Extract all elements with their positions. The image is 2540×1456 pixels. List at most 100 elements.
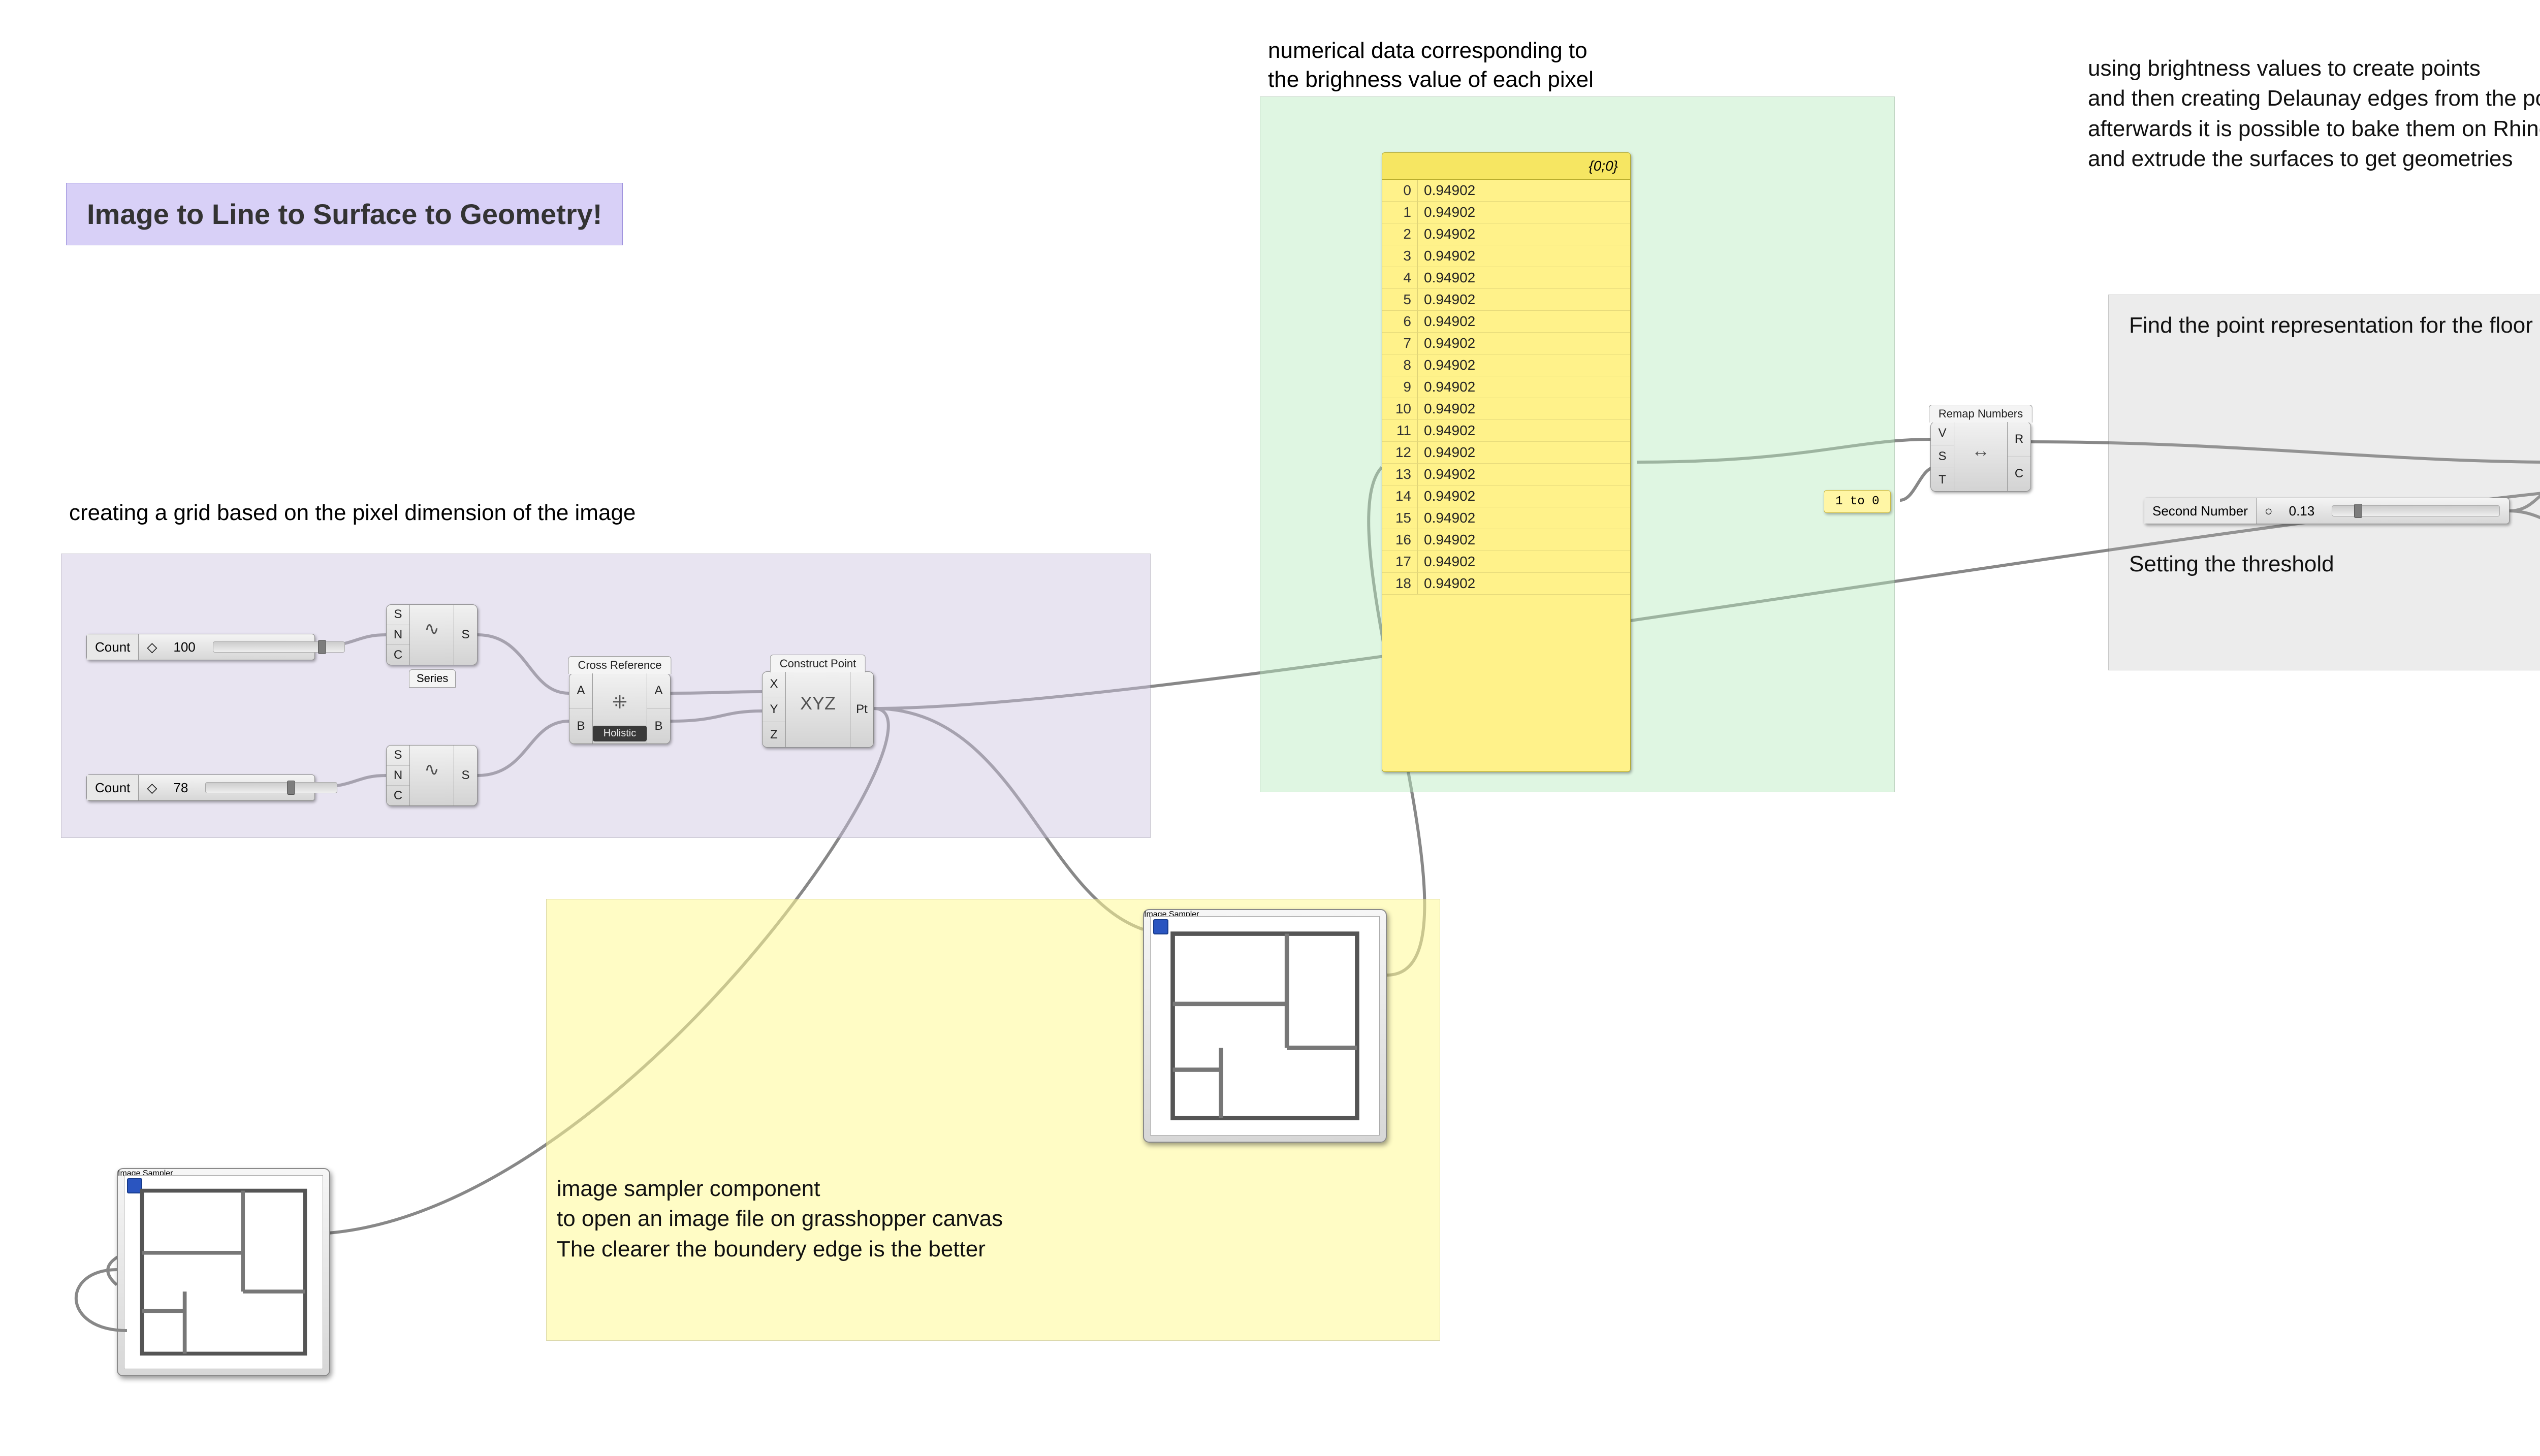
series-tab: Series <box>409 669 456 688</box>
panel-row-index: 6 <box>1382 311 1418 332</box>
slider-label: Count <box>87 634 139 660</box>
port-in-v[interactable]: V <box>1931 422 1954 445</box>
panel-row: 110.94902 <box>1382 420 1630 442</box>
panel-row-value: 0.94902 <box>1418 507 1630 529</box>
panel-row: 140.94902 <box>1382 486 1630 507</box>
panel-row-value: 0.94902 <box>1418 398 1630 419</box>
grasshopper-canvas[interactable]: { "title_scribble": "Image to Line to Su… <box>0 0 2540 1456</box>
panel-row: 80.94902 <box>1382 354 1630 376</box>
slider-track[interactable] <box>205 782 337 793</box>
panel-row-value: 0.94902 <box>1418 529 1630 551</box>
panel-row: 120.94902 <box>1382 442 1630 464</box>
port-in-x[interactable]: X <box>763 672 785 697</box>
component-cross-reference[interactable]: Cross Reference A B A B ⁜ Holistic <box>569 673 671 744</box>
component-series-2[interactable]: S N C S ∿ <box>386 745 478 806</box>
panel-row-value: 0.94902 <box>1418 573 1630 594</box>
panel-row-index: 14 <box>1382 486 1418 507</box>
panel-row-index: 0 <box>1382 180 1418 201</box>
slider-track[interactable] <box>2332 505 2500 516</box>
panel-row: 100.94902 <box>1382 398 1630 420</box>
port-out-a[interactable]: A <box>647 673 670 709</box>
slider-value: 78 <box>165 775 196 800</box>
panel-row-index: 17 <box>1382 551 1418 572</box>
port-in-c[interactable]: C <box>387 645 409 665</box>
panel-row-value: 0.94902 <box>1418 376 1630 398</box>
port-in-s[interactable]: S <box>387 746 409 766</box>
port-in-n[interactable]: N <box>387 625 409 645</box>
panel-output-grip[interactable] <box>1630 453 1631 471</box>
port-out-b[interactable]: B <box>647 709 670 744</box>
panel-row-index: 13 <box>1382 464 1418 485</box>
panel-row: 160.94902 <box>1382 529 1630 551</box>
slider-track[interactable] <box>213 641 345 653</box>
slider-mark: ◇ <box>139 634 165 660</box>
port-in-t[interactable]: T <box>1931 468 1954 491</box>
port-in-s[interactable]: S <box>387 605 409 625</box>
group-grid-title: creating a grid based on the pixel dimen… <box>69 498 636 527</box>
panel-row-index: 9 <box>1382 376 1418 398</box>
floorplan-icon <box>1150 916 1380 1136</box>
component-remap-numbers[interactable]: Remap Numbers V S T R C ↔ <box>1930 422 2031 492</box>
port-out-c[interactable]: C <box>2008 457 2030 492</box>
cross-reference-icon: ⁜ <box>597 678 642 726</box>
floorplan-icon <box>124 1175 323 1369</box>
panel-header: {0;0} <box>1382 153 1630 180</box>
series-icon: ∿ <box>415 610 449 648</box>
component-image-sampler-large[interactable]: Image Sampler <box>1143 909 1387 1143</box>
panel-row-value: 0.94902 <box>1418 223 1630 245</box>
panel-row: 60.94902 <box>1382 311 1630 333</box>
panel-row-value: 0.94902 <box>1418 464 1630 485</box>
remap-tab: Remap Numbers <box>1929 405 2033 423</box>
port-out-s[interactable]: S <box>454 605 477 665</box>
panel-row-index: 5 <box>1382 289 1418 310</box>
slider-mark: ○ <box>2257 498 2281 524</box>
port-in-y[interactable]: Y <box>763 697 785 723</box>
panel-row: 150.94902 <box>1382 507 1630 529</box>
slider-label: Count <box>87 775 139 800</box>
component-series-1[interactable]: S N C S ∿ <box>386 604 478 665</box>
panel-row-index: 3 <box>1382 245 1418 267</box>
panel-row: 170.94902 <box>1382 551 1630 573</box>
panel-row-value: 0.94902 <box>1418 180 1630 201</box>
panel-row-value: 0.94902 <box>1418 333 1630 354</box>
component-image-sampler-small[interactable]: Image Sampler <box>117 1168 330 1376</box>
panel-brightness-values[interactable]: {0;0} 00.9490210.9490220.9490230.9490240… <box>1382 152 1631 772</box>
port-in-n[interactable]: N <box>387 766 409 786</box>
panel-row-value: 0.94902 <box>1418 420 1630 441</box>
panel-row-value: 0.94902 <box>1418 267 1630 288</box>
panel-row-value: 0.94902 <box>1418 486 1630 507</box>
port-out-s[interactable]: S <box>454 746 477 805</box>
construct-point-tab: Construct Point <box>770 655 866 672</box>
panel-row-value: 0.94902 <box>1418 311 1630 332</box>
port-out-pt[interactable]: Pt <box>850 672 873 747</box>
slider-count-width[interactable]: Count ◇ 100 <box>86 634 315 660</box>
panel-row-index: 18 <box>1382 573 1418 594</box>
slider-mark: ◇ <box>139 775 165 800</box>
port-in-b[interactable]: B <box>569 709 592 744</box>
panel-row: 40.94902 <box>1382 267 1630 289</box>
port-in-z[interactable]: Z <box>763 722 785 747</box>
panel-row-index: 16 <box>1382 529 1418 551</box>
group-sampler-text: image sampler component to open an image… <box>557 1174 1003 1264</box>
panel-row-value: 0.94902 <box>1418 289 1630 310</box>
panel-row-index: 1 <box>1382 202 1418 223</box>
panel-row-index: 12 <box>1382 442 1418 463</box>
port-in-s[interactable]: S <box>1931 445 1954 469</box>
panel-row: 20.94902 <box>1382 223 1630 245</box>
panel-row-index: 15 <box>1382 507 1418 529</box>
panel-row-index: 8 <box>1382 354 1418 376</box>
panel-row: 180.94902 <box>1382 573 1630 595</box>
slider-threshold[interactable]: Second Number ○ 0.13 <box>2144 498 2510 524</box>
domain-input-tag[interactable]: 1 to 0 <box>1824 490 1891 513</box>
port-out-r[interactable]: R <box>2008 422 2030 457</box>
panel-row-value: 0.94902 <box>1418 202 1630 223</box>
slider-count-height[interactable]: Count ◇ 78 <box>86 774 315 801</box>
cross-reference-mode[interactable]: Holistic <box>593 726 647 741</box>
panel-row: 10.94902 <box>1382 202 1630 223</box>
panel-row-value: 0.94902 <box>1418 551 1630 572</box>
port-in-a[interactable]: A <box>569 673 592 709</box>
port-in-c[interactable]: C <box>387 786 409 805</box>
cross-reference-tab: Cross Reference <box>568 656 671 674</box>
slider-value: 0.13 <box>2281 498 2323 524</box>
component-construct-point[interactable]: Construct Point X Y Z Pt XYZ <box>762 671 874 748</box>
